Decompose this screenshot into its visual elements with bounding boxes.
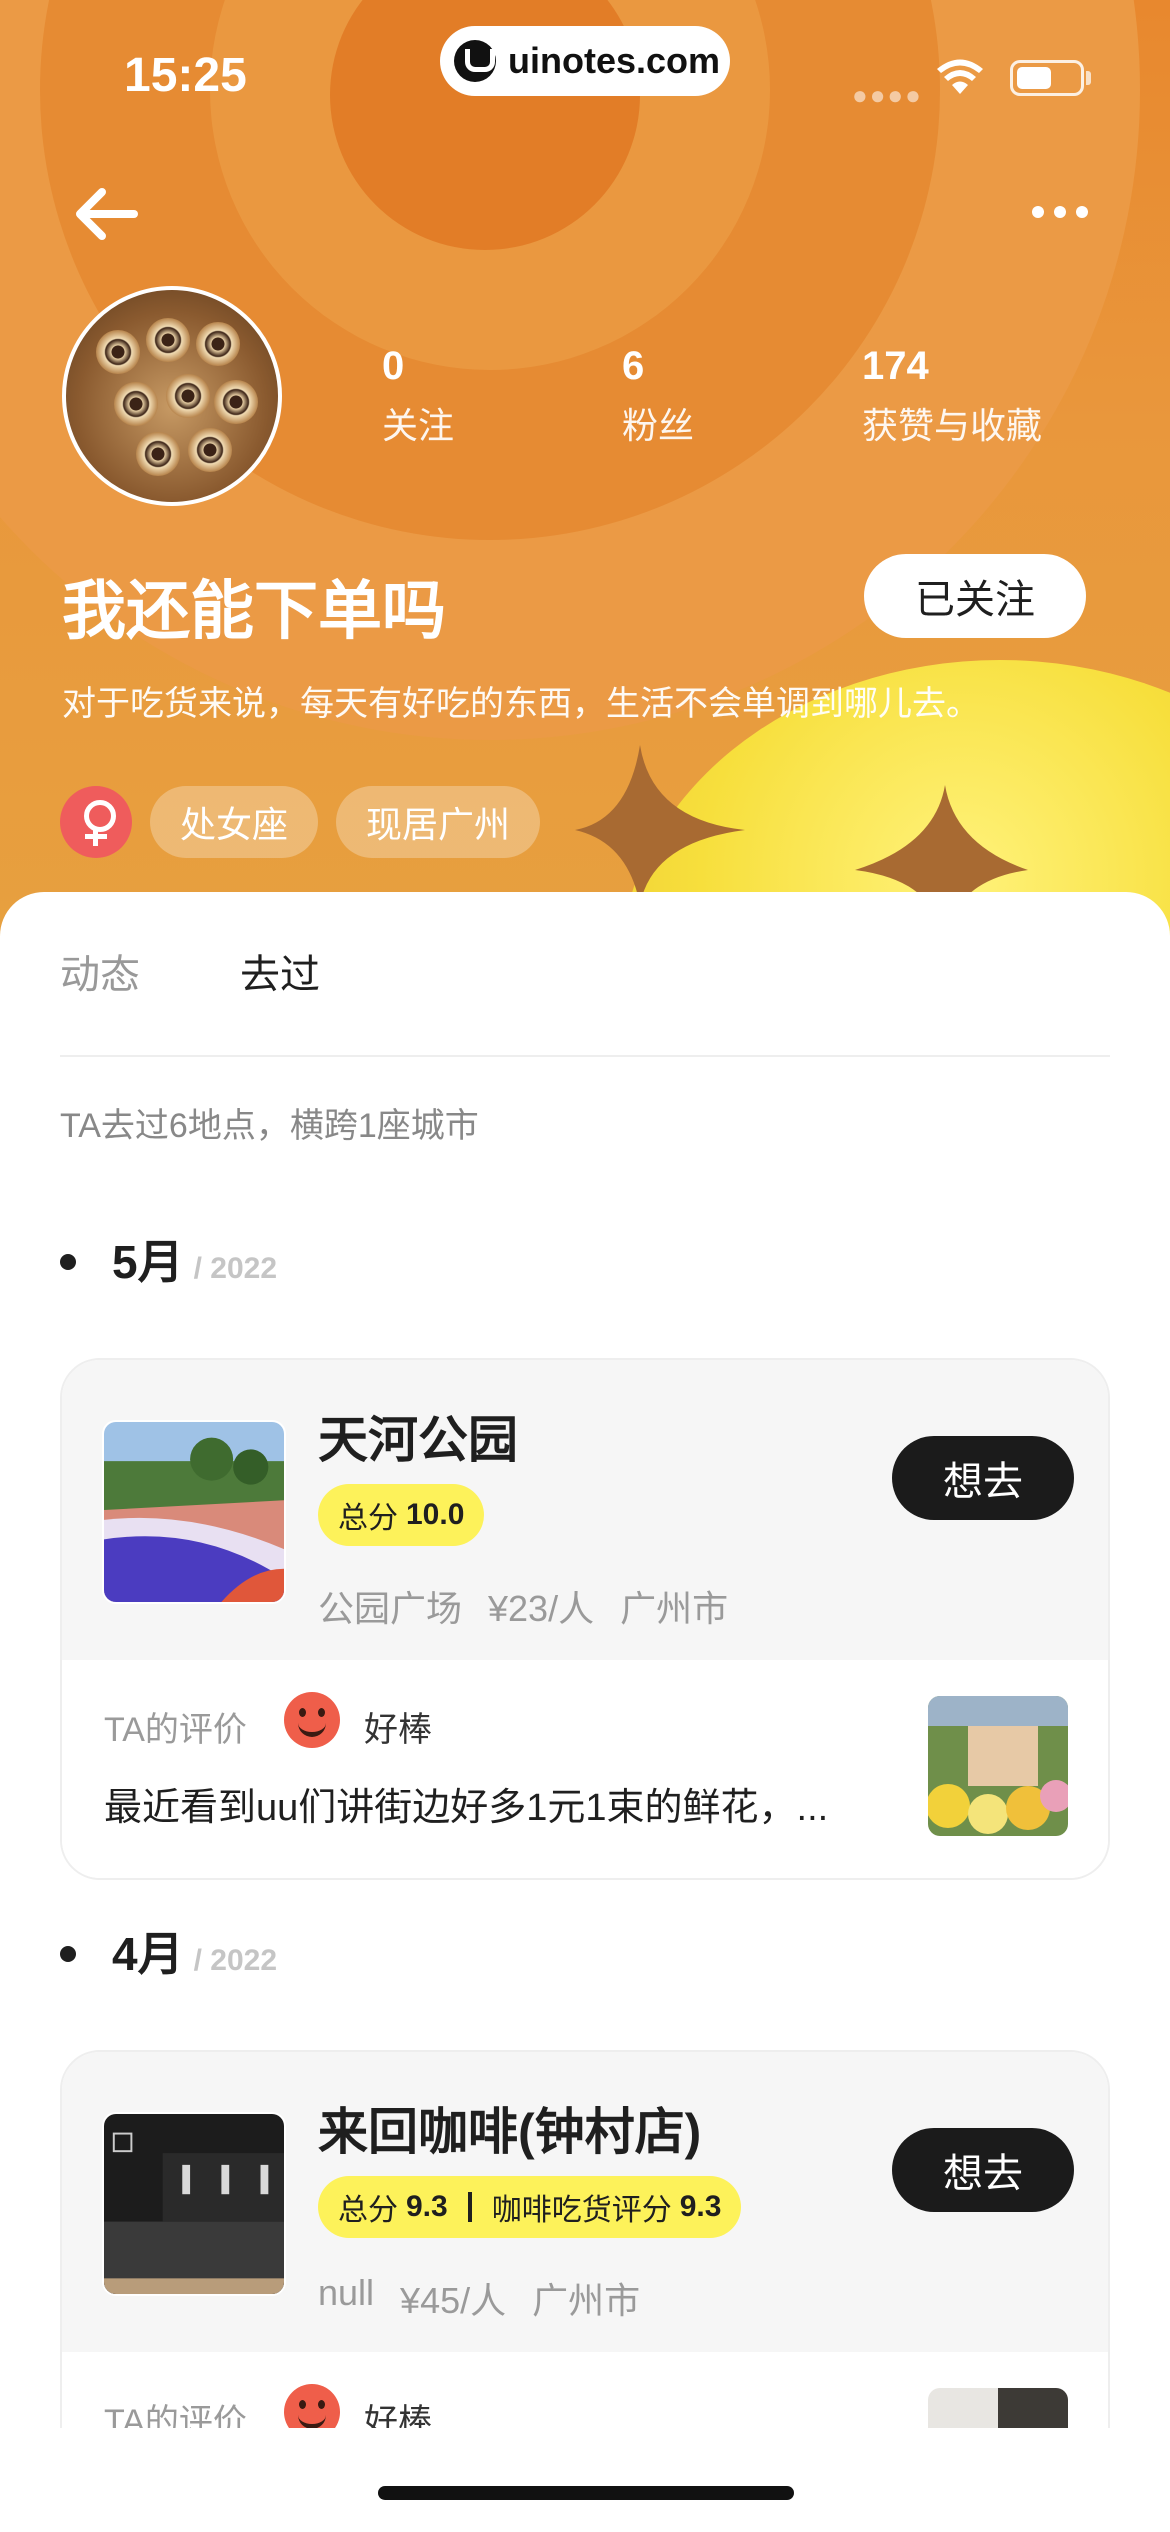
tag-location: 现居广州	[336, 786, 541, 858]
bio: 对于吃货来说，每天有好吃的东西，生活不会单调到哪儿去。	[62, 685, 980, 723]
month-year: / 2022	[193, 1252, 278, 1285]
month-year: / 2022	[193, 1944, 278, 1977]
content-sheet: 动态 去过 TA去过6地点，横跨1座城市 5月 / 2022 天河公园 总分 1…	[0, 892, 1170, 2532]
place-card[interactable]: 天河公园 总分 10.0 公园广场 ¥23/人 广州市 想去 TA的评价 好棒 …	[60, 1358, 1110, 1880]
status-bar: 15:25 uinotes.com ●●●●	[0, 0, 1170, 150]
review-photo[interactable]	[928, 1696, 1068, 1836]
timeline-dot	[60, 1946, 76, 1962]
review-label: TA的评价	[104, 1711, 247, 1749]
month-header: 5月 / 2022	[60, 1226, 277, 1292]
month-name: 4月	[112, 1928, 184, 1980]
extra-score-label: 咖啡吃货评分	[491, 2194, 672, 2227]
wifi-icon	[937, 59, 983, 94]
stat-label: 关注	[382, 405, 455, 446]
female-gender-icon	[60, 786, 132, 858]
battery-icon	[1010, 60, 1084, 96]
stat-value: 0	[382, 344, 405, 388]
divider	[60, 1055, 1110, 1057]
profile-tags: 处女座 现居广州	[60, 786, 541, 858]
bottom-safe-area	[0, 2428, 1170, 2532]
status-time: 15:25	[124, 49, 247, 102]
month-header: 4月 / 2022	[60, 1918, 277, 1984]
more-options-icon[interactable]	[1032, 196, 1088, 228]
place-name: 来回咖啡(钟村店)	[318, 2104, 702, 2160]
extra-score-value: 9.3	[679, 2190, 722, 2223]
visited-summary: TA去过6地点，横跨1座城市	[60, 1107, 479, 1145]
score-value: 9.3	[406, 2190, 448, 2223]
place-info[interactable]: 来回咖啡(钟村店) 总分 9.3 咖啡吃货评分 9.3 null ¥45/人 广…	[62, 2052, 1108, 2352]
stat-label: 粉丝	[622, 405, 695, 446]
tab-bar: 动态 去过	[60, 942, 320, 1000]
stat-followers[interactable]: 6 粉丝	[622, 344, 694, 449]
tab-posts[interactable]: 动态	[60, 942, 140, 1000]
place-category: 公园广场	[318, 1588, 463, 1629]
uinotes-logo-icon	[454, 40, 496, 82]
rating-text: 好棒	[364, 1711, 432, 1749]
nickname: 我还能下单吗	[62, 575, 446, 647]
stat-value: 6	[622, 344, 645, 388]
tag-zodiac: 处女座	[150, 786, 319, 858]
follow-button[interactable]: 已关注	[864, 554, 1086, 638]
place-price: ¥23/人	[488, 1588, 595, 1629]
battery-cap	[1086, 71, 1091, 85]
place-city: 广州市	[532, 2280, 641, 2321]
timeline-dot	[60, 1254, 76, 1270]
place-meta: 公园广场 ¥23/人 广州市	[318, 1580, 728, 1632]
want-to-go-button[interactable]: 想去	[892, 2128, 1074, 2212]
tab-visited[interactable]: 去过	[240, 942, 320, 1000]
cellular-signal-icon: ●●●●	[852, 80, 923, 110]
url-pill[interactable]: uinotes.com	[440, 26, 730, 96]
avatar[interactable]	[62, 286, 282, 506]
home-indicator[interactable]	[378, 2486, 794, 2500]
stat-label: 获赞与收藏	[862, 405, 1043, 446]
stat-following[interactable]: 0 关注	[382, 344, 454, 449]
score-badge: 总分 9.3 咖啡吃货评分 9.3	[318, 2176, 742, 2238]
place-thumbnail	[102, 1420, 286, 1604]
url-text: uinotes.com	[508, 40, 721, 81]
place-name: 天河公园	[318, 1412, 518, 1468]
score-value: 10.0	[406, 1498, 465, 1531]
smile-rating-icon	[284, 1692, 340, 1748]
score-badge: 总分 10.0	[318, 1484, 485, 1546]
score-label: 总分	[338, 1502, 398, 1535]
review-text: 最近看到uu们讲街边好多1元1束的鲜花，...	[104, 1787, 829, 1829]
place-category: null	[318, 2272, 375, 2313]
review-section[interactable]: TA的评价 好棒 最近看到uu们讲街边好多1元1束的鲜花，...	[62, 1660, 1108, 1878]
score-separator	[467, 2192, 472, 2222]
place-price: ¥45/人	[400, 2280, 507, 2321]
profile-header: 15:25 uinotes.com ●●●● 0 关注 6 粉丝 174 获赞与…	[0, 0, 1170, 940]
score-label: 总分	[338, 2194, 398, 2227]
month-name: 5月	[112, 1236, 184, 1288]
place-thumbnail	[102, 2112, 286, 2296]
stat-value: 174	[862, 344, 929, 388]
back-arrow-icon[interactable]	[72, 186, 144, 242]
want-to-go-button[interactable]: 想去	[892, 1436, 1074, 1520]
place-city: 广州市	[620, 1588, 729, 1629]
place-info[interactable]: 天河公园 总分 10.0 公园广场 ¥23/人 广州市 想去	[62, 1360, 1108, 1660]
place-meta: null ¥45/人 广州市	[318, 2272, 640, 2324]
stat-likes-collections[interactable]: 174 获赞与收藏	[862, 344, 1042, 449]
